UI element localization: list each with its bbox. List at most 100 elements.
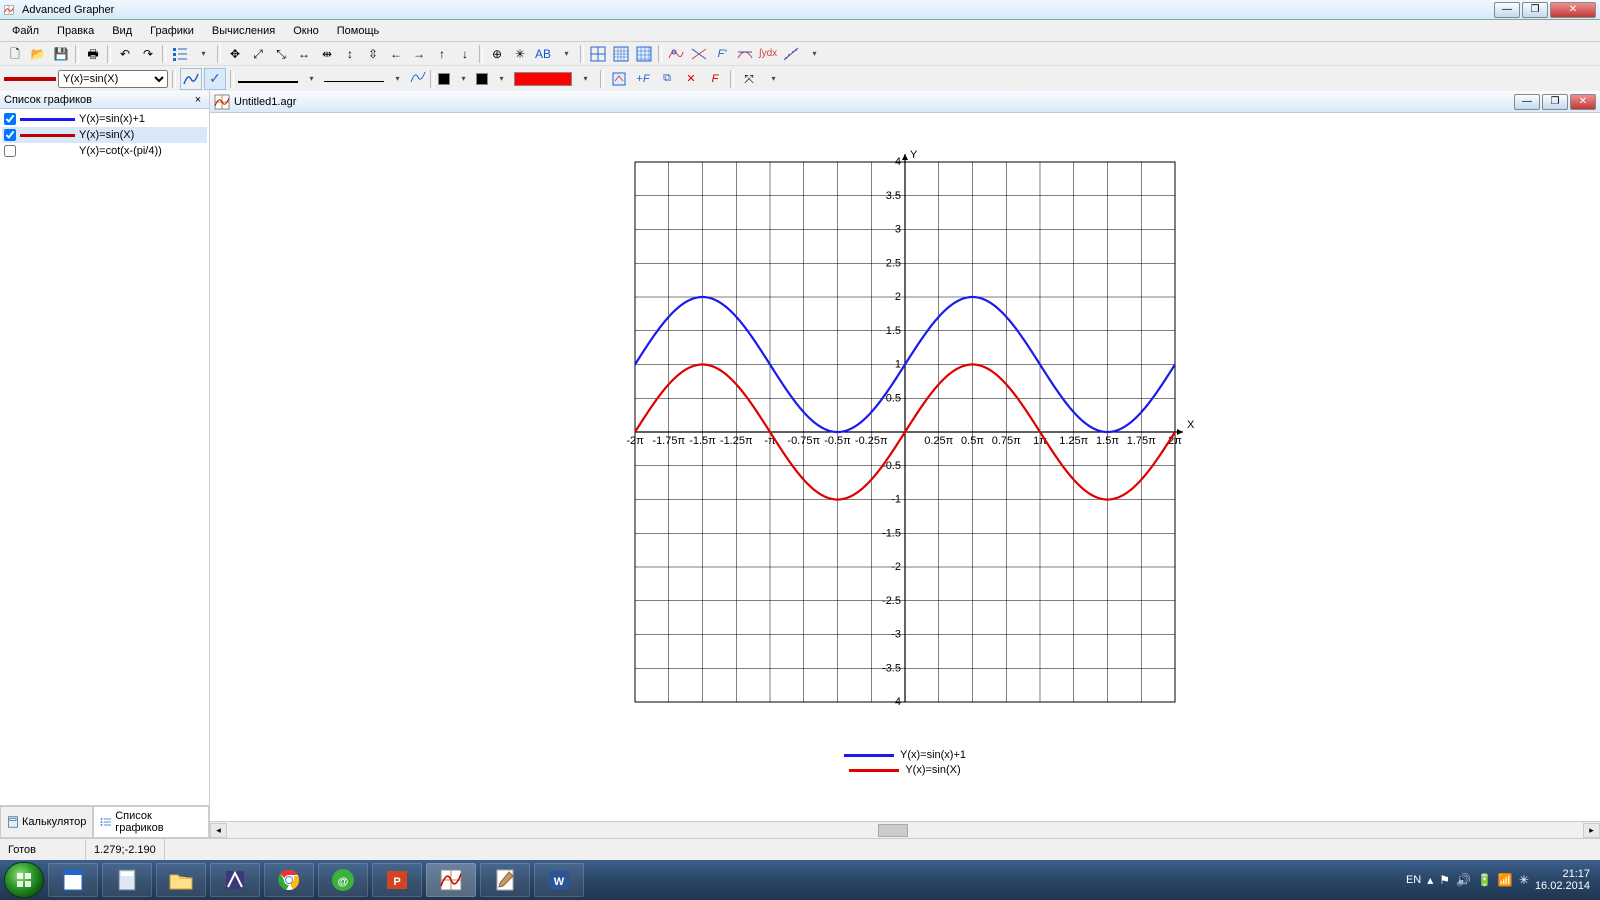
curve-style-button[interactable]: [180, 68, 202, 90]
tray-sync-icon[interactable]: ✳: [1519, 874, 1529, 886]
open-button[interactable]: 📂: [27, 43, 49, 65]
fit-dropdown[interactable]: [762, 68, 784, 90]
doc-maximize-button[interactable]: ❐: [1542, 94, 1568, 110]
start-button[interactable]: [4, 862, 44, 898]
trace-button[interactable]: [665, 43, 687, 65]
add-func-button[interactable]: +F: [632, 68, 654, 90]
minimize-button[interactable]: —: [1494, 2, 1520, 18]
list-toggle-button[interactable]: [169, 43, 191, 65]
legend-line-icon: [844, 754, 894, 757]
scroll-thumb[interactable]: [878, 824, 908, 837]
dup-func-button[interactable]: ⧉: [656, 68, 678, 90]
save-button[interactable]: 💾: [50, 43, 72, 65]
crosshair-button[interactable]: ⊕: [486, 43, 508, 65]
intersect-button[interactable]: [688, 43, 710, 65]
tray-network-icon[interactable]: 📶: [1498, 874, 1513, 886]
scroll-left-button[interactable]: ◂: [210, 823, 227, 838]
sidebar-close-button[interactable]: ×: [191, 94, 205, 106]
list-dropdown[interactable]: [192, 43, 214, 65]
menu-file[interactable]: Файл: [4, 23, 47, 39]
grid-major-button[interactable]: [587, 43, 609, 65]
graph-list-item[interactable]: Y(x)=cot(x-(pi/4)): [2, 143, 207, 159]
taskbar-app-libreoffice[interactable]: [48, 863, 98, 897]
tray-show-hidden-icon[interactable]: ▴: [1427, 874, 1433, 886]
taskbar-app-chrome[interactable]: [264, 863, 314, 897]
tray-language[interactable]: EN: [1406, 874, 1421, 886]
doc-minimize-button[interactable]: —: [1514, 94, 1540, 110]
undo-button[interactable]: ↶: [114, 43, 136, 65]
zoom-y-button[interactable]: ↕: [339, 43, 361, 65]
grid-minor-button[interactable]: [610, 43, 632, 65]
snap-button[interactable]: ✳: [509, 43, 531, 65]
move-left-button[interactable]: ←: [385, 43, 407, 65]
point-color2[interactable]: [476, 73, 488, 85]
menu-view[interactable]: Вид: [104, 23, 140, 39]
zoom-out-button[interactable]: ⤡: [270, 43, 292, 65]
menu-help[interactable]: Помощь: [329, 23, 388, 39]
label-button[interactable]: AB: [532, 43, 554, 65]
graph-list-item[interactable]: Y(x)=sin(x)+1: [2, 111, 207, 127]
point-color2-dd[interactable]: [490, 68, 512, 90]
tangent-button[interactable]: [734, 43, 756, 65]
graph-label: Y(x)=sin(X): [79, 129, 134, 141]
menu-calc[interactable]: Вычисления: [204, 23, 283, 39]
graph-list-item[interactable]: Y(x)=sin(X): [2, 127, 207, 143]
taskbar-app-explorer[interactable]: [156, 863, 206, 897]
move-right-button[interactable]: →: [408, 43, 430, 65]
zoom-x-button[interactable]: ↔: [293, 43, 315, 65]
menu-window[interactable]: Окно: [285, 23, 327, 39]
graph-checkbox[interactable]: [4, 129, 16, 141]
taskbar-app-agent[interactable]: @: [318, 863, 368, 897]
tray-flag-icon[interactable]: ⚑: [1439, 874, 1450, 886]
point-color1[interactable]: [438, 73, 450, 85]
tab-calculator[interactable]: Калькулятор: [0, 806, 93, 838]
maximize-button[interactable]: ❐: [1522, 2, 1548, 18]
move-up-button[interactable]: ↑: [431, 43, 453, 65]
point-color1-dd[interactable]: [452, 68, 474, 90]
tools-dropdown[interactable]: [803, 43, 825, 65]
taskbar-app-grapher[interactable]: [426, 863, 476, 897]
shrink-y-button[interactable]: ⇳: [362, 43, 384, 65]
taskbar-app-notes[interactable]: [480, 863, 530, 897]
new-button[interactable]: 🗋: [4, 43, 26, 65]
menu-graphs[interactable]: Графики: [142, 23, 202, 39]
line-check-button[interactable]: ✓: [204, 68, 226, 90]
horizontal-scrollbar[interactable]: ◂ ▸: [210, 821, 1600, 838]
scroll-right-button[interactable]: ▸: [1583, 823, 1600, 838]
menu-edit[interactable]: Правка: [49, 23, 102, 39]
func-style-button[interactable]: F: [704, 68, 726, 90]
move-down-button[interactable]: ↓: [454, 43, 476, 65]
taskbar-app-calc[interactable]: [102, 863, 152, 897]
function-selector[interactable]: Y(x)=sin(X): [58, 70, 168, 88]
plot-area[interactable]: XY-2π-1.75π-1.5π-1.25π-π-0.75π-0.5π-0.25…: [210, 113, 1600, 821]
redo-button[interactable]: ↷: [137, 43, 159, 65]
integral-button[interactable]: ∫ydx: [757, 43, 779, 65]
delete-func-button[interactable]: ✕: [680, 68, 702, 90]
zoom-in-button[interactable]: ⤢: [247, 43, 269, 65]
taskbar-app-editor[interactable]: [210, 863, 260, 897]
graph-checkbox[interactable]: [4, 145, 16, 157]
scroll-track[interactable]: [227, 823, 1583, 838]
doc-close-button[interactable]: ✕: [1570, 94, 1596, 110]
label-dropdown[interactable]: [555, 43, 577, 65]
print-button[interactable]: 🖶: [82, 43, 104, 65]
fit-button[interactable]: ⤧: [738, 68, 760, 90]
pan-button[interactable]: ✥: [224, 43, 246, 65]
graph-props-button[interactable]: [608, 68, 630, 90]
derivative-button[interactable]: F': [711, 43, 733, 65]
close-button[interactable]: ✕: [1550, 2, 1596, 18]
taskbar-app-word[interactable]: W: [534, 863, 584, 897]
line-width-dropdown[interactable]: [300, 68, 322, 90]
shrink-x-button[interactable]: ⇹: [316, 43, 338, 65]
regression-button[interactable]: [780, 43, 802, 65]
fill-color-dd[interactable]: [574, 68, 596, 90]
tray-volume-icon[interactable]: 🔊: [1456, 874, 1471, 886]
tray-battery-icon[interactable]: 🔋: [1477, 874, 1492, 886]
tray-clock[interactable]: 21:17 16.02.2014: [1535, 868, 1590, 892]
table-button[interactable]: [633, 43, 655, 65]
fill-color-swatch[interactable]: [514, 72, 572, 86]
graph-checkbox[interactable]: [4, 113, 16, 125]
taskbar-app-powerpoint[interactable]: P: [372, 863, 422, 897]
line-style-dropdown[interactable]: [386, 68, 408, 90]
tab-graph-list[interactable]: Список графиков: [93, 806, 209, 838]
